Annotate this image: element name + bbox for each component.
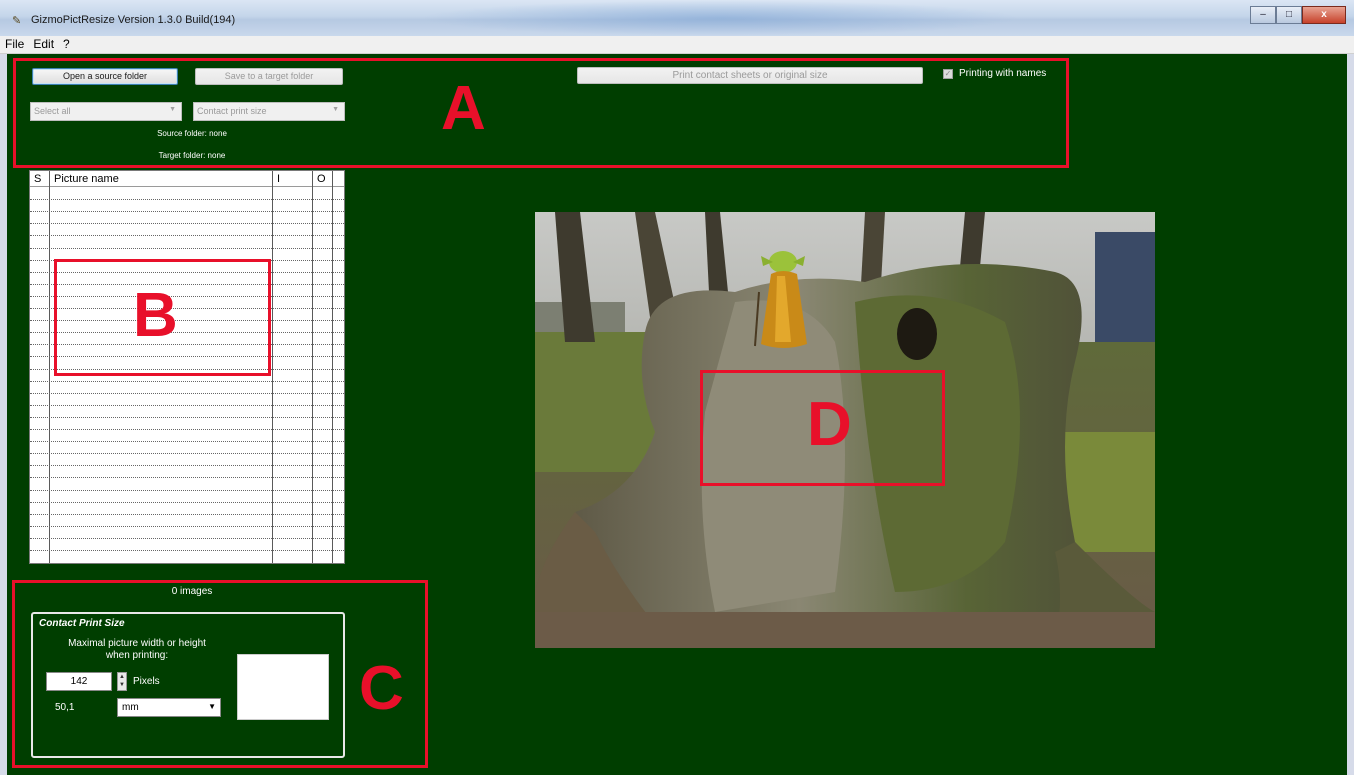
table-row[interactable] xyxy=(30,247,344,249)
annotation-label-a: A xyxy=(441,74,486,143)
pixel-size-input[interactable]: 142 xyxy=(46,672,112,691)
table-row[interactable] xyxy=(30,235,344,237)
table-row[interactable] xyxy=(30,404,344,406)
table-row[interactable] xyxy=(30,380,344,382)
table-row[interactable] xyxy=(30,525,344,527)
open-source-folder-button[interactable]: Open a source folder xyxy=(32,68,178,85)
table-row[interactable] xyxy=(30,344,344,346)
column-divider xyxy=(312,171,313,563)
max-size-description: Maximal picture width or height xyxy=(68,638,206,649)
table-row[interactable] xyxy=(30,356,344,358)
table-row[interactable] xyxy=(30,199,344,201)
table-row[interactable] xyxy=(30,332,344,334)
main-panel: Open a source folder Save to a target fo… xyxy=(7,54,1347,775)
table-row[interactable] xyxy=(30,259,344,261)
column-divider xyxy=(49,171,50,563)
unit-dropdown[interactable]: mm ▼ xyxy=(117,698,221,717)
table-row[interactable] xyxy=(30,489,344,491)
pixels-unit-label: Pixels xyxy=(133,676,160,687)
image-count-label: 0 images xyxy=(171,586,213,597)
table-row[interactable] xyxy=(30,271,344,273)
picture-table[interactable]: S Picture name I O xyxy=(29,170,345,564)
table-row[interactable] xyxy=(30,429,344,430)
mm-value-label: 50,1 xyxy=(55,702,75,713)
pixel-size-stepper[interactable]: ▲ ▼ xyxy=(117,672,127,691)
select-all-value: Select all xyxy=(34,106,71,116)
column-header-o[interactable]: O xyxy=(317,173,326,185)
table-row[interactable] xyxy=(30,392,344,394)
table-row[interactable] xyxy=(30,308,344,309)
menu-edit[interactable]: Edit xyxy=(28,36,58,51)
table-row[interactable] xyxy=(30,295,344,297)
window-titlebar: ✎ GizmoPictResize Version 1.3.0 Build(19… xyxy=(0,0,1354,36)
column-divider xyxy=(272,171,273,563)
app-icon: ✎ xyxy=(12,15,22,27)
table-row[interactable] xyxy=(30,465,344,467)
menubar: File Edit? xyxy=(0,36,1354,54)
table-row[interactable] xyxy=(30,441,344,443)
chevron-down-icon: ▼ xyxy=(332,106,339,113)
max-size-description-2: when printing: xyxy=(105,650,169,661)
table-row[interactable] xyxy=(30,283,344,285)
print-size-preview xyxy=(237,654,329,720)
minimize-button[interactable]: – xyxy=(1250,6,1276,24)
table-row[interactable] xyxy=(30,368,344,370)
contact-print-size-dropdown[interactable]: Contact print size ▼ xyxy=(193,102,345,121)
table-row[interactable] xyxy=(30,223,344,225)
table-row[interactable] xyxy=(30,477,344,479)
source-folder-label: Source folder: none xyxy=(157,129,227,138)
column-divider xyxy=(332,171,333,563)
target-folder-label: Target folder: none xyxy=(158,151,226,160)
column-header-s[interactable]: S xyxy=(34,173,41,185)
printing-with-names-checkbox[interactable]: ✓ xyxy=(943,69,953,79)
group-title: Contact Print Size xyxy=(39,618,125,629)
contact-print-size-group: Contact Print Size Maximal picture width… xyxy=(31,612,345,758)
table-header: S Picture name I O xyxy=(30,171,344,187)
table-row[interactable] xyxy=(30,550,344,551)
chevron-down-icon: ▼ xyxy=(169,106,176,113)
table-row[interactable] xyxy=(30,501,344,503)
save-target-folder-button[interactable]: Save to a target folder xyxy=(195,68,343,85)
close-button[interactable]: x xyxy=(1302,6,1346,24)
maximize-button[interactable]: □ xyxy=(1276,6,1302,24)
chevron-down-icon: ▼ xyxy=(208,702,216,711)
window-title: GizmoPictResize Version 1.3.0 Build(194) xyxy=(31,14,236,26)
menu-file[interactable]: File xyxy=(0,36,28,51)
annotation-label-b: B xyxy=(133,281,178,350)
column-header-picture-name[interactable]: Picture name xyxy=(54,173,119,185)
select-all-dropdown[interactable]: Select all ▼ xyxy=(30,102,182,121)
print-contact-sheets-button[interactable]: Print contact sheets or original size xyxy=(577,67,923,84)
column-header-i[interactable]: I xyxy=(277,173,280,185)
contact-print-size-value: Contact print size xyxy=(197,106,267,116)
table-row[interactable] xyxy=(30,320,344,322)
table-row[interactable] xyxy=(30,416,344,418)
table-row[interactable] xyxy=(30,537,344,539)
table-row[interactable] xyxy=(30,211,344,213)
window-controls: – □ x xyxy=(1250,6,1346,24)
table-row[interactable] xyxy=(30,453,344,455)
annotation-label-c: C xyxy=(359,654,404,723)
unit-dropdown-value: mm xyxy=(122,702,139,713)
annotation-label-d: D xyxy=(807,390,852,459)
menu-help[interactable]: ? xyxy=(58,36,74,51)
table-row[interactable] xyxy=(30,513,344,515)
printing-with-names-label: Printing with names xyxy=(959,68,1047,79)
